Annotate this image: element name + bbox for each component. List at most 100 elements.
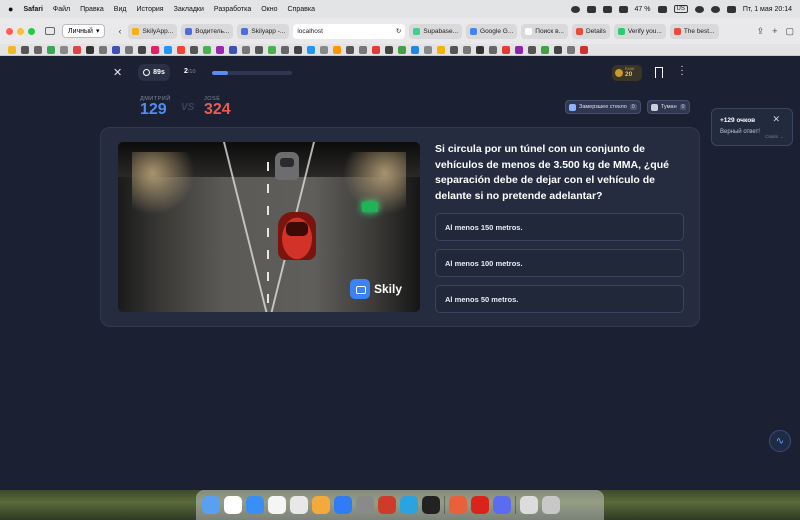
claude-icon[interactable]: [449, 496, 467, 514]
bookmark-icon[interactable]: [138, 45, 146, 54]
bookmark-icon[interactable]: [21, 45, 29, 54]
bookmark-icon[interactable]: [125, 45, 133, 54]
bookmark-icon[interactable]: [34, 45, 42, 54]
bookmark-icon[interactable]: [476, 45, 484, 54]
safari-icon[interactable]: [246, 496, 264, 514]
tab-1[interactable]: SkilyApp...: [128, 23, 178, 39]
bookmark-icon[interactable]: [242, 45, 250, 54]
tab-3[interactable]: Skilyapp -...: [237, 23, 290, 39]
record-icon[interactable]: [570, 5, 580, 13]
close-window-icon[interactable]: [6, 27, 13, 35]
photos-icon[interactable]: [312, 496, 330, 514]
profile-selector[interactable]: Личный ▾: [62, 24, 106, 38]
bookmark-icon[interactable]: [554, 45, 562, 54]
zoom-window-icon[interactable]: [28, 27, 35, 35]
menu-file[interactable]: Файл: [53, 6, 70, 13]
bookmark-icon[interactable]: [281, 45, 289, 54]
bookmark-icon[interactable]: [463, 45, 471, 54]
keyboard-layout[interactable]: US: [673, 5, 688, 13]
bookmark-icon[interactable]: [567, 45, 575, 54]
tab-5[interactable]: Supabase...: [409, 23, 463, 39]
apple-menu-icon[interactable]: ●: [8, 4, 13, 14]
screen-icon[interactable]: [618, 5, 628, 13]
bookmark-icon[interactable]: [99, 45, 107, 54]
powerup-frozen-glass[interactable]: Замерзшее стекло 0: [565, 100, 641, 114]
downloads-icon[interactable]: [520, 496, 538, 514]
menu-view[interactable]: Вид: [114, 6, 127, 13]
activity-button[interactable]: ∿: [769, 430, 791, 452]
tab-10[interactable]: The best...: [669, 23, 719, 39]
sidebar-toggle-icon[interactable]: [45, 27, 55, 35]
tab-8[interactable]: Details: [571, 23, 610, 39]
tab-7[interactable]: Поиск в...: [521, 23, 568, 39]
acrobat-icon[interactable]: [471, 496, 489, 514]
menu-develop[interactable]: Разработка: [214, 6, 251, 13]
tab-overview-icon[interactable]: ▢: [785, 26, 794, 37]
compass-icon[interactable]: [378, 496, 396, 514]
bookmark-icon[interactable]: [528, 45, 536, 54]
answer-option-1[interactable]: Al menos 150 metros.: [435, 213, 684, 241]
answer-option-3[interactable]: Al menos 50 metros.: [435, 285, 684, 313]
menu-history[interactable]: История: [136, 6, 163, 13]
bookmark-icon[interactable]: [320, 45, 328, 54]
app-icon[interactable]: [493, 496, 511, 514]
bookmark-icon[interactable]: [8, 45, 16, 54]
menu-clock[interactable]: Пт, 1 мая 20:14: [743, 6, 792, 13]
tab-9[interactable]: Verify you...: [613, 23, 666, 39]
bookmark-icon[interactable]: [255, 45, 263, 54]
menu-window[interactable]: Окно: [261, 6, 277, 13]
tab-2[interactable]: Водитель...: [181, 23, 234, 39]
notes-icon[interactable]: [290, 496, 308, 514]
bookmark-icon[interactable]: [268, 45, 276, 54]
bookmark-icon[interactable]: [47, 45, 55, 54]
points-toast[interactable]: +129 очков ✕ Верный ответ! Свайп →: [711, 108, 793, 146]
bookmark-icon[interactable]: [333, 45, 341, 54]
bookmark-icon[interactable]: [437, 45, 445, 54]
minimize-window-icon[interactable]: [17, 27, 24, 35]
control-icon[interactable]: [586, 5, 596, 13]
bookmark-icon[interactable]: [655, 67, 663, 78]
battery-icon[interactable]: [657, 5, 667, 13]
new-tab-icon[interactable]: +: [772, 26, 777, 37]
bookmark-icon[interactable]: [515, 45, 523, 54]
bookmark-icon[interactable]: [216, 45, 224, 54]
bookmark-icon[interactable]: [177, 45, 185, 54]
bookmark-icon[interactable]: [502, 45, 510, 54]
bookmark-icon[interactable]: [190, 45, 198, 54]
bookmark-icon[interactable]: [203, 45, 211, 54]
bookmark-icon[interactable]: [424, 45, 432, 54]
bookmark-icon[interactable]: [411, 45, 419, 54]
bookmark-icon[interactable]: [229, 45, 237, 54]
bookmark-icon[interactable]: [60, 45, 68, 54]
control-center-icon[interactable]: [726, 5, 736, 13]
bookmark-icon[interactable]: [346, 45, 354, 54]
bookmark-icon[interactable]: [398, 45, 406, 54]
bookmark-icon[interactable]: [541, 45, 549, 54]
share-icon[interactable]: ⇪: [757, 26, 765, 37]
close-icon[interactable]: ✕: [113, 66, 122, 79]
bookmark-icon[interactable]: [112, 45, 120, 54]
bookmark-icon[interactable]: [294, 45, 302, 54]
bookmark-icon[interactable]: [580, 45, 588, 54]
address-bar[interactable]: localhost ↻: [293, 23, 406, 39]
bookmark-icon[interactable]: [86, 45, 94, 54]
bookmark-icon[interactable]: [372, 45, 380, 54]
wifi-icon[interactable]: [694, 5, 704, 13]
bookmark-icon[interactable]: [151, 45, 159, 54]
address-url[interactable]: localhost: [297, 28, 323, 35]
bookmark-icon[interactable]: [359, 45, 367, 54]
menu-bookmarks[interactable]: Закладки: [174, 6, 204, 13]
reminders-icon[interactable]: [268, 496, 286, 514]
calendar-icon[interactable]: [224, 496, 242, 514]
back-arrow-icon[interactable]: ‹: [118, 26, 121, 36]
search-icon[interactable]: [710, 5, 720, 13]
trash-icon[interactable]: [542, 496, 560, 514]
more-options-icon[interactable]: · · ·: [679, 62, 685, 80]
bookmark-icon[interactable]: [73, 45, 81, 54]
bookmark-icon[interactable]: [450, 45, 458, 54]
bookmark-icon[interactable]: [164, 45, 172, 54]
telegram-icon[interactable]: [400, 496, 418, 514]
tab-6[interactable]: Google G...: [466, 23, 518, 39]
settings-icon[interactable]: [356, 496, 374, 514]
bookmark-icon[interactable]: [385, 45, 393, 54]
